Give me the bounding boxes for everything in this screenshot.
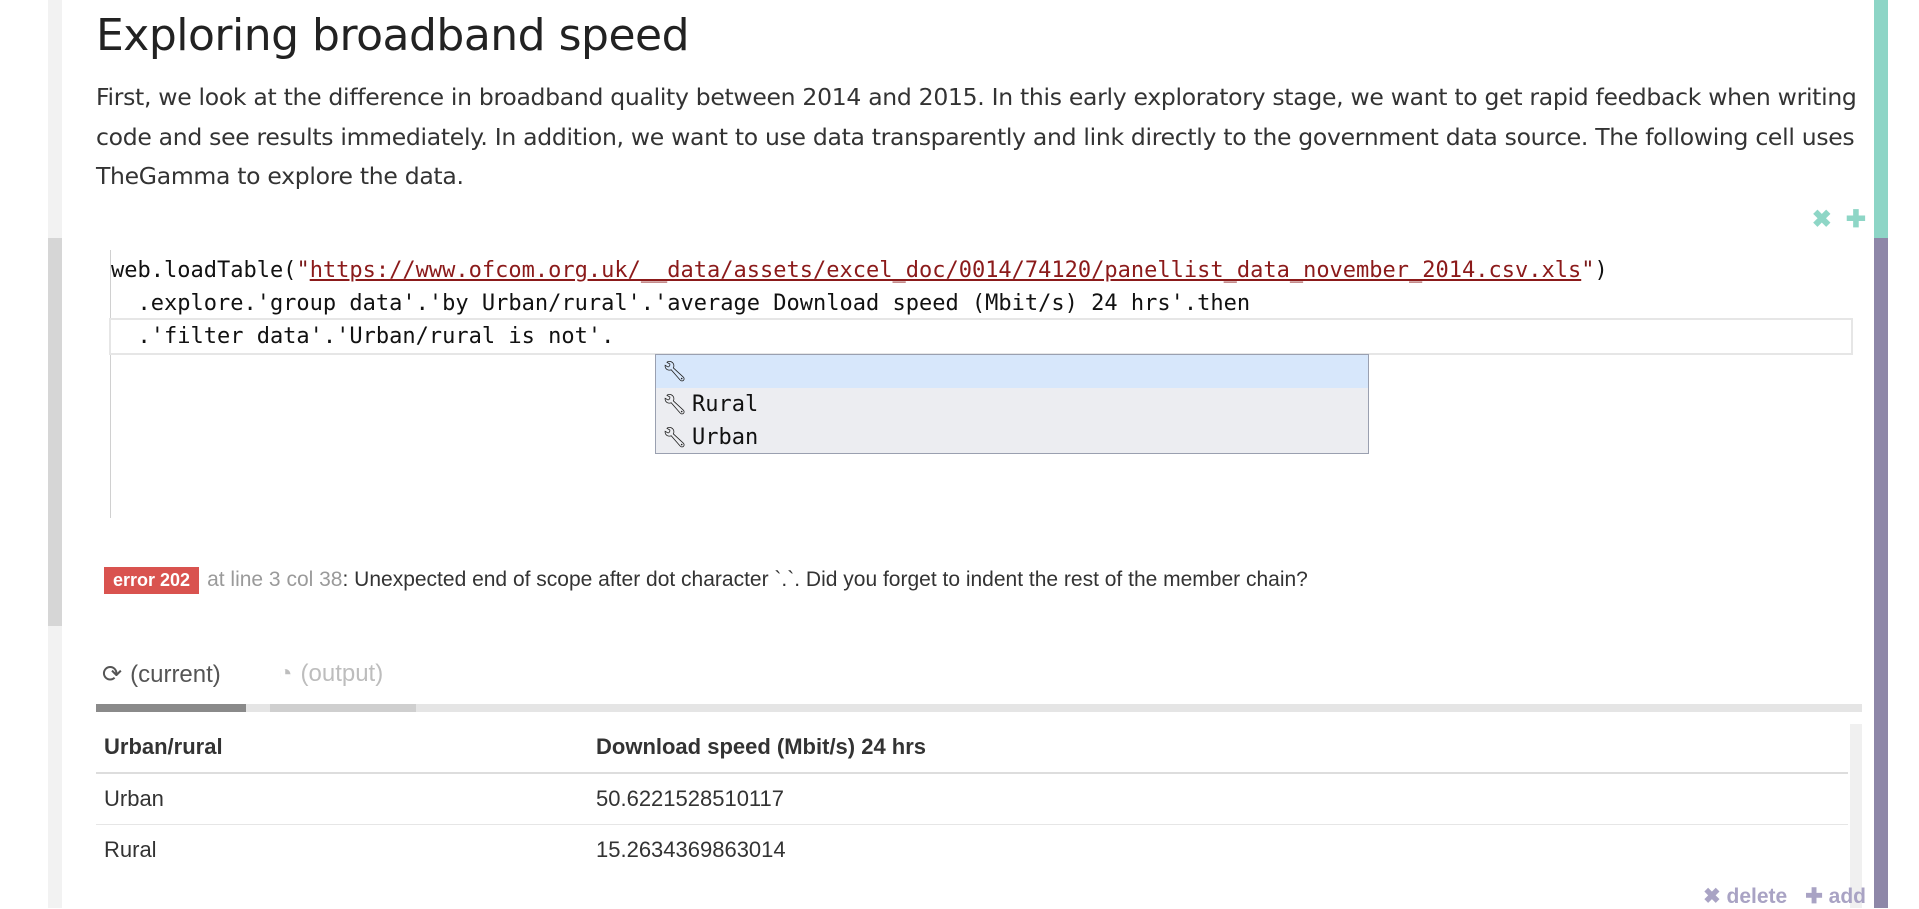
results-table: Urban/rural Download speed (Mbit/s) 24 h… — [96, 724, 1848, 875]
autocomplete-item[interactable]: 🔧︎ Urban — [656, 421, 1368, 454]
tab-label: (current) — [130, 660, 221, 688]
table-cell: Rural — [96, 824, 588, 875]
remove-cell-icon[interactable]: ✖ — [1812, 208, 1832, 232]
delete-cell-button[interactable]: ✖ delete — [1703, 884, 1787, 909]
section-heading: Exploring broadband speed — [96, 10, 690, 61]
table-header-row: Urban/rural Download speed (Mbit/s) 24 h… — [96, 724, 1848, 774]
autocomplete-label: Rural — [692, 392, 759, 417]
left-scroll-thumb[interactable] — [48, 238, 62, 626]
autocomplete-dropdown[interactable]: 🔧︎ 🔧︎ Rural 🔧︎ Urban — [655, 354, 1369, 454]
table-row: Rural 15.2634369863014 — [96, 824, 1848, 875]
code-line-2[interactable]: .explore.'group data'.'by Urban/rural'.'… — [111, 287, 1250, 320]
tab-output[interactable]: ◔ (output) — [278, 660, 383, 688]
code-text: web.loadTable( — [111, 258, 297, 283]
tab-label: (output) — [300, 660, 384, 687]
cell-actions: ✖ ✚ — [1812, 208, 1866, 232]
table-cell: Urban — [96, 772, 588, 825]
add-cell-button[interactable]: ✚ add — [1805, 884, 1866, 909]
intro-paragraph: First, we look at the difference in broa… — [96, 83, 1857, 190]
output-tabs: ⟳ (current) ◔ (output) — [96, 660, 1862, 712]
error-badge: error 202 — [104, 567, 200, 594]
code-text: ) — [1594, 258, 1608, 283]
refresh-icon: ⟳ — [102, 661, 123, 688]
code-line-1[interactable]: web.loadTable("https://www.ofcom.org.uk/… — [111, 254, 1608, 287]
add-cell-icon[interactable]: ✚ — [1846, 208, 1866, 232]
column-header: Download speed (Mbit/s) 24 hrs — [588, 724, 1848, 774]
notebook-cell: Exploring broadband speed First, we look… — [96, 0, 1866, 908]
string-quote: " — [296, 258, 310, 283]
wrench-icon: 🔧︎ — [662, 359, 688, 383]
code-editor[interactable]: web.loadTable("https://www.ofcom.org.uk/… — [109, 250, 1863, 518]
table-scrollbar[interactable] — [1850, 724, 1862, 908]
string-quote: " — [1581, 258, 1595, 283]
pie-chart-icon: ◔ — [278, 660, 293, 687]
tab-current[interactable]: ⟳ (current) — [102, 660, 221, 689]
data-source-link[interactable]: https://www.ofcom.org.uk/__data/assets/e… — [310, 258, 1582, 283]
error-text: : Unexpected end of scope after dot char… — [342, 568, 1308, 592]
table-cell: 50.6221528510117 — [588, 772, 1848, 825]
error-message: error 202 at line 3 col 38: Unexpected en… — [104, 567, 1308, 594]
table-row: Urban 50.6221528510117 — [96, 772, 1848, 825]
wrench-icon: 🔧︎ — [662, 392, 688, 416]
cell-footer-actions: ✖ delete ✚ add — [1703, 884, 1866, 909]
cell-indicator-top — [1874, 0, 1888, 238]
table-cell: 15.2634369863014 — [588, 824, 1848, 875]
cell-indicator-bottom — [1874, 238, 1888, 908]
autocomplete-item[interactable]: 🔧︎ Rural — [656, 388, 1368, 421]
autocomplete-label: Urban — [692, 425, 759, 450]
error-location: at line 3 col 38 — [207, 568, 343, 592]
tab-current-indicator — [96, 704, 246, 712]
column-header: Urban/rural — [96, 724, 588, 774]
tab-output-indicator — [270, 704, 416, 712]
autocomplete-item[interactable]: 🔧︎ — [656, 355, 1368, 388]
code-line-3-active[interactable]: .'filter data'.'Urban/rural is not'. — [109, 318, 1853, 355]
wrench-icon: 🔧︎ — [662, 425, 688, 449]
